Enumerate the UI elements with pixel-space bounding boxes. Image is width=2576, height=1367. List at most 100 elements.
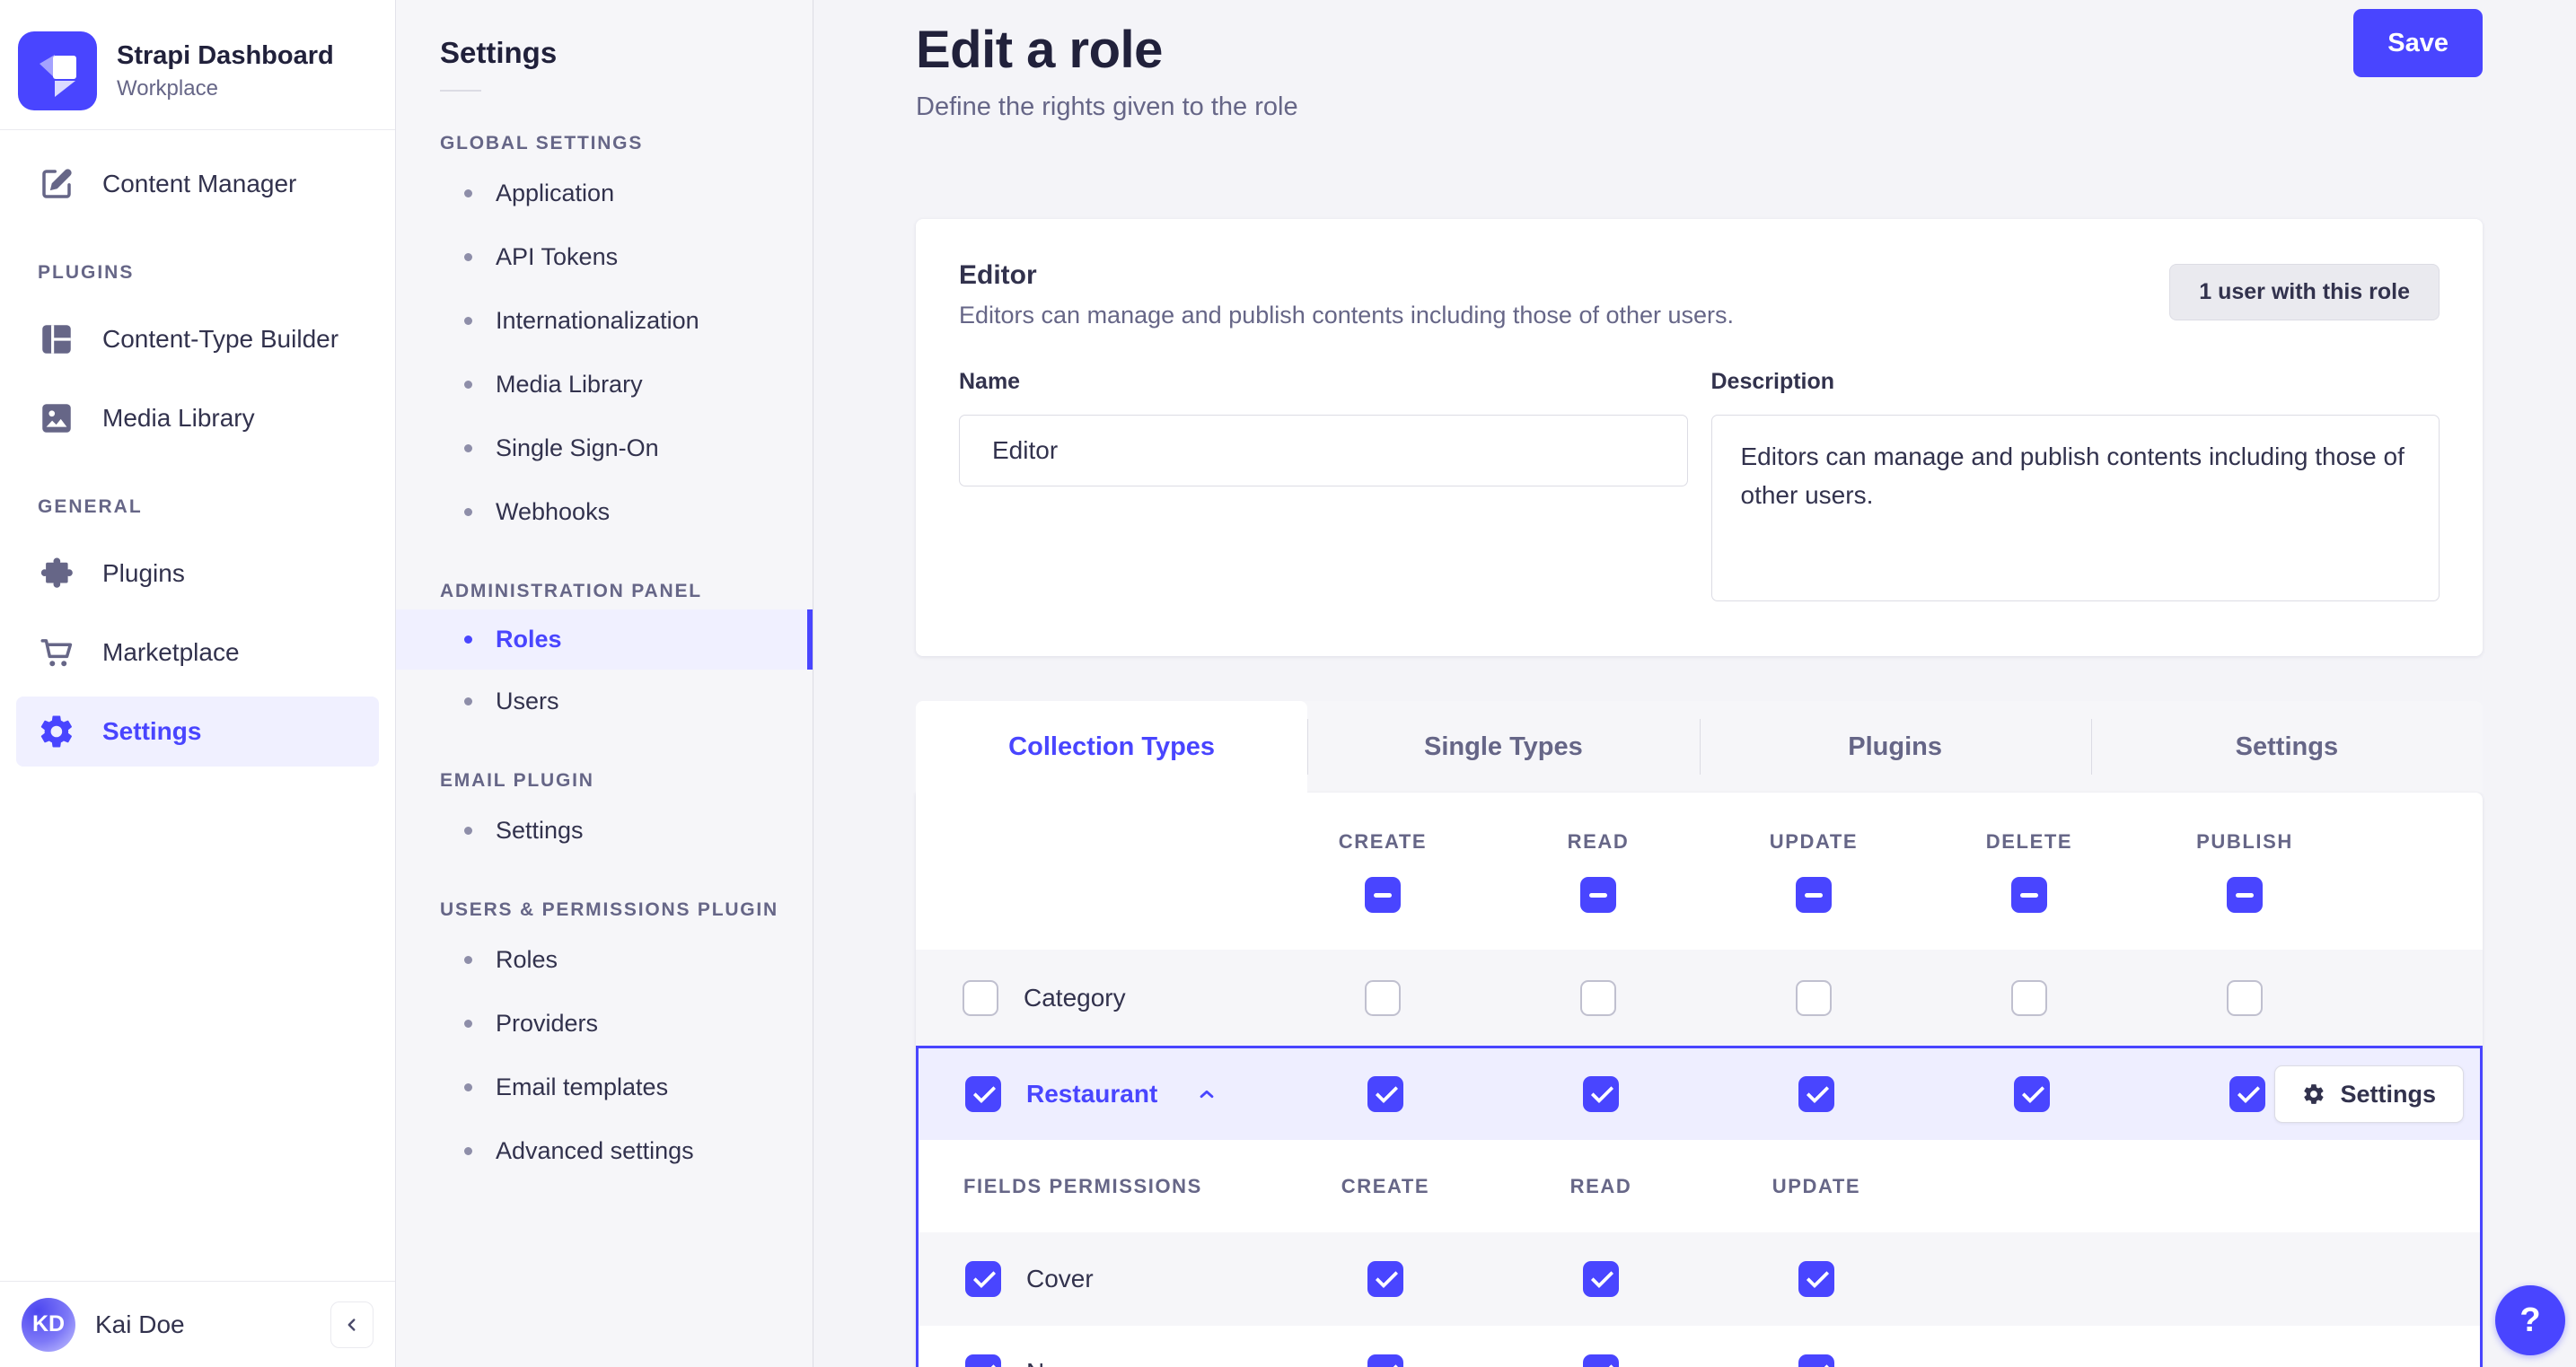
category-row-checkbox[interactable]	[963, 979, 998, 1016]
subnav-item-advanced-settings[interactable]: Advanced settings	[396, 1119, 813, 1183]
save-button[interactable]: Save	[2353, 9, 2483, 77]
subnav-item-webhooks[interactable]: Webhooks	[396, 480, 813, 544]
tab-plugins[interactable]: Plugins	[1699, 701, 2091, 793]
category-delete-checkbox[interactable]	[2011, 979, 2047, 1016]
cover-row-checkbox[interactable]	[965, 1261, 1001, 1297]
row-label: Name	[1026, 1358, 1094, 1367]
select-all-publish-checkbox[interactable]	[2227, 876, 2263, 913]
user-avatar[interactable]: KD	[22, 1297, 75, 1352]
select-all-delete-checkbox[interactable]	[2011, 876, 2047, 913]
sidebar-item-media-library[interactable]: Media Library	[16, 383, 379, 453]
cover-read-checkbox[interactable]	[1583, 1261, 1619, 1297]
row-label[interactable]: Restaurant	[1026, 1080, 1157, 1108]
sidebar-item-settings[interactable]: Settings	[16, 697, 379, 767]
table-row-category: Category	[916, 950, 2483, 1046]
page-subtitle: Define the rights given to the role	[916, 92, 1298, 121]
name-create-checkbox[interactable]	[1367, 1354, 1403, 1367]
bullet-icon	[464, 1020, 472, 1028]
bullet-icon	[464, 253, 472, 261]
subnav-item-roles-up[interactable]: Roles	[396, 928, 813, 992]
select-all-read-checkbox[interactable]	[1580, 876, 1616, 913]
tab-collection-types[interactable]: Collection Types	[916, 701, 1308, 793]
role-description-input[interactable]: Editors can manage and publish contents …	[1710, 415, 2440, 601]
row-label: Cover	[1026, 1265, 1094, 1293]
tab-settings[interactable]: Settings	[2090, 701, 2483, 793]
restaurant-publish-checkbox[interactable]	[2229, 1076, 2265, 1112]
page-title: Edit a role	[916, 21, 1163, 79]
column-create: CREATE	[1275, 830, 1490, 913]
workspace-brand[interactable]: Strapi Dashboard Workplace	[0, 0, 395, 117]
permissions-table: CREATE READ UPDATE DELETE PUBLISH Catego…	[916, 793, 2483, 1367]
subnav-item-label: Settings	[496, 817, 584, 844]
role-title: Editor	[959, 260, 1037, 290]
subnav-item-label: Media Library	[496, 371, 643, 398]
sidebar-item-plugins[interactable]: Plugins	[16, 539, 379, 609]
select-all-update-checkbox[interactable]	[1796, 876, 1832, 913]
category-publish-checkbox[interactable]	[2227, 979, 2263, 1016]
subnav-item-application[interactable]: Application	[396, 162, 813, 225]
fields-column-read: READ	[1569, 1174, 1632, 1197]
gear-icon	[2304, 1084, 2324, 1104]
user-name: Kai Doe	[95, 1310, 185, 1338]
subnav-item-label: Roles	[496, 946, 558, 973]
bullet-icon	[464, 697, 472, 705]
category-update-checkbox[interactable]	[1796, 979, 1832, 1016]
subnav-item-internationalization[interactable]: Internationalization	[396, 289, 813, 353]
bullet-icon	[464, 1147, 472, 1155]
sidebar-item-content-type-builder[interactable]: Content-Type Builder	[16, 304, 379, 374]
row-label[interactable]: Category	[1024, 984, 1126, 1012]
name-row-checkbox[interactable]	[965, 1354, 1001, 1367]
cover-create-checkbox[interactable]	[1367, 1261, 1403, 1297]
sidebar-item-label: Plugins	[102, 559, 185, 587]
cover-update-checkbox[interactable]	[1798, 1261, 1834, 1297]
chevron-up-icon[interactable]	[1195, 1082, 1218, 1106]
subnav-title: Settings	[440, 36, 558, 69]
name-update-checkbox[interactable]	[1798, 1354, 1834, 1367]
subnav-item-email-settings[interactable]: Settings	[396, 799, 813, 863]
category-create-checkbox[interactable]	[1365, 979, 1401, 1016]
subnav-item-api-tokens[interactable]: API Tokens	[396, 225, 813, 289]
subnav-item-providers[interactable]: Providers	[396, 992, 813, 1056]
subnav-item-label: Application	[496, 180, 615, 206]
fields-permissions-label: FIELDS PERMISSIONS	[963, 1174, 1202, 1197]
subnav-item-email-templates[interactable]: Email templates	[396, 1056, 813, 1119]
chevron-left-icon	[347, 1318, 356, 1331]
strapi-dashboard-app: Strapi Dashboard Workplace Content Manag…	[0, 0, 2576, 1367]
restaurant-settings-button[interactable]: Settings	[2274, 1065, 2464, 1123]
sidebar-collapse-button[interactable]	[330, 1301, 374, 1348]
marketplace-cart-icon	[40, 639, 73, 667]
tab-single-types[interactable]: Single Types	[1307, 701, 1699, 793]
name-read-checkbox[interactable]	[1583, 1354, 1619, 1367]
cover-label-cell: Cover	[919, 1261, 1278, 1297]
subnav-item-label: Advanced settings	[496, 1137, 694, 1164]
restaurant-update-checkbox[interactable]	[1798, 1076, 1834, 1112]
role-card-header: Editor Editors can manage and publish co…	[959, 260, 2440, 329]
bullet-icon	[464, 444, 472, 452]
media-library-icon	[42, 404, 71, 433]
help-button[interactable]: ?	[2495, 1285, 2565, 1355]
users-with-role-button[interactable]: 1 user with this role	[2169, 264, 2440, 320]
category-label-cell: Category	[916, 979, 1275, 1016]
bullet-icon	[464, 381, 472, 389]
settings-gear-icon	[40, 715, 72, 748]
subnav-section-email-plugin: EMAIL PLUGIN	[440, 770, 594, 791]
subnav-item-single-sign-on[interactable]: Single Sign-On	[396, 416, 813, 480]
category-read-checkbox[interactable]	[1580, 979, 1616, 1016]
subnav-item-media-library[interactable]: Media Library	[396, 353, 813, 416]
restaurant-create-checkbox[interactable]	[1367, 1076, 1403, 1112]
sidebar-item-content-manager[interactable]: Content Manager	[16, 149, 379, 219]
select-all-create-checkbox[interactable]	[1365, 876, 1401, 913]
sidebar-item-marketplace[interactable]: Marketplace	[16, 618, 379, 688]
name-field-label: Name	[959, 369, 1021, 394]
subnav-item-users[interactable]: Users	[396, 670, 813, 733]
subnav-section-global-settings: GLOBAL SETTINGS	[440, 133, 644, 153]
restaurant-expanded-group: Restaurant Settings FIELDS PERMISSIONS C…	[916, 1046, 2483, 1367]
subnav-item-roles-admin[interactable]: Roles	[396, 609, 813, 670]
restaurant-delete-checkbox[interactable]	[2014, 1076, 2050, 1112]
role-name-input[interactable]	[959, 415, 1688, 486]
sidebar-footer: KD Kai Doe	[0, 1281, 395, 1367]
role-fields: Name Description Editors can manage and …	[959, 369, 2440, 606]
sidebar-item-label: Media Library	[102, 404, 255, 432]
restaurant-read-checkbox[interactable]	[1583, 1076, 1619, 1112]
restaurant-row-checkbox[interactable]	[965, 1076, 1001, 1112]
